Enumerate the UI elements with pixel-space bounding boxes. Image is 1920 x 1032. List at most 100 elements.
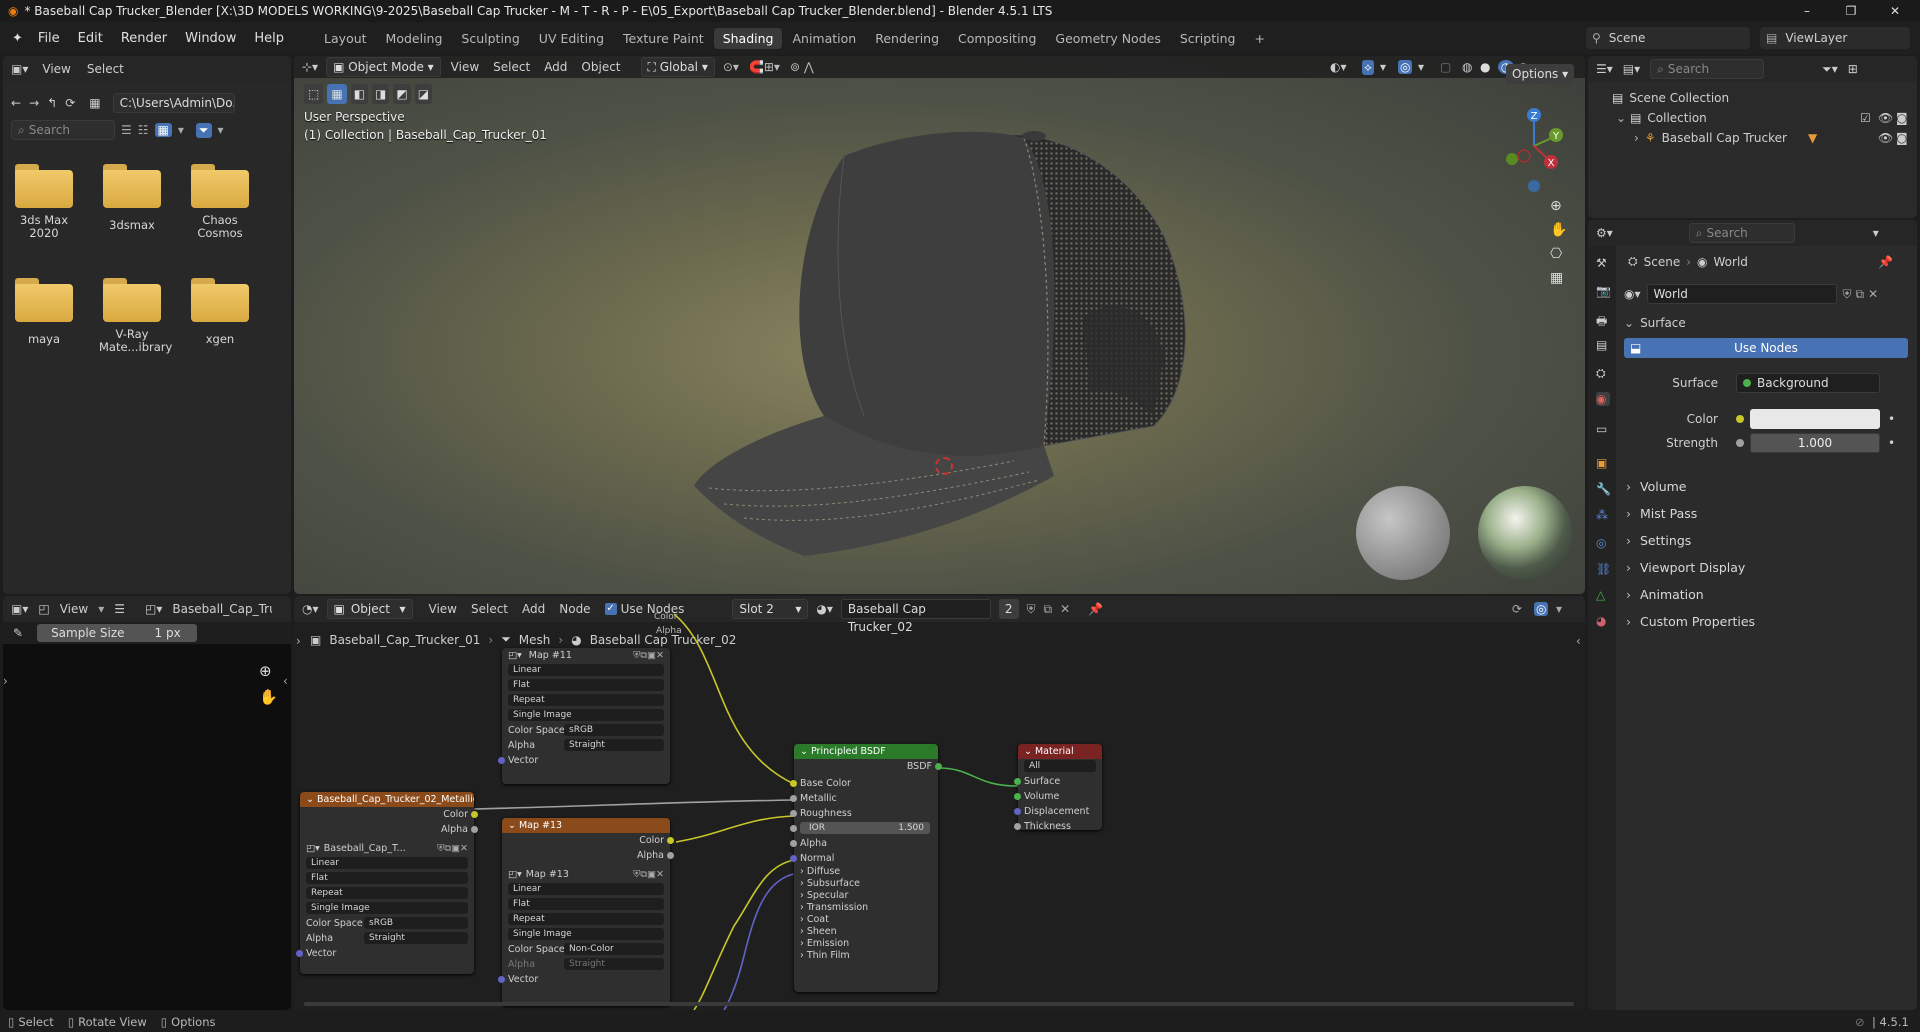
- node-material-output[interactable]: ⌄ Material Output All Surface Volume Dis…: [1014, 744, 1102, 832]
- options-dropdown[interactable]: Options ▾: [1506, 64, 1575, 84]
- tab-sculpting[interactable]: Sculpting: [452, 28, 528, 49]
- view-layer-selector[interactable]: ▤ ViewLayer: [1760, 27, 1910, 49]
- mode-dropdown[interactable]: ▣ Object Mode ▾: [326, 57, 441, 77]
- baseball-cap-model[interactable]: [634, 116, 1214, 556]
- sidebar-expand-icon[interactable]: ‹: [283, 674, 288, 688]
- maximize-button[interactable]: ❐: [1828, 0, 1874, 22]
- image-view-icon[interactable]: ◰: [38, 602, 49, 616]
- node-header[interactable]: ⌄ Material Output: [1018, 744, 1102, 772]
- menu-view[interactable]: View: [60, 602, 88, 616]
- surface-shader-field[interactable]: Background: [1736, 373, 1880, 393]
- output-tab-icon[interactable]: 🖶: [1596, 312, 1610, 328]
- folder-3dsmax[interactable]: 3dsmax: [99, 164, 165, 232]
- outliner-row-object[interactable]: › ⚘ Baseball Cap Trucker ▼ 👁 ◙: [1588, 128, 1917, 148]
- node-header[interactable]: ⌄ Baseball_Cap_Trucker_02_Metallic.p...: [300, 792, 474, 807]
- keyframe-dot-icon[interactable]: •: [1888, 436, 1895, 450]
- ior-field[interactable]: IOR 1.500: [800, 822, 930, 834]
- vector-socket[interactable]: [498, 757, 505, 764]
- thumbnail-view-icon[interactable]: ▦: [154, 123, 172, 137]
- toolbar-expand-icon[interactable]: ›: [296, 634, 301, 648]
- source-dropdown[interactable]: Single Image: [508, 928, 664, 940]
- overlay-dropdown-icon[interactable]: ▾: [1418, 60, 1424, 74]
- tab-shading[interactable]: Shading: [713, 27, 783, 49]
- sidebar-expand-icon[interactable]: ‹: [1576, 634, 1581, 648]
- node-metallic-texture[interactable]: ⌄ Baseball_Cap_Trucker_02_Metallic.p... …: [296, 792, 478, 974]
- tab-geometry-nodes[interactable]: Geometry Nodes: [1046, 28, 1169, 49]
- volume-socket[interactable]: [1014, 793, 1021, 800]
- menu-edit[interactable]: Edit: [69, 31, 112, 46]
- modifier-tab-icon[interactable]: 🔧: [1596, 482, 1611, 496]
- surface-section-header[interactable]: ⌄ Surface: [1618, 312, 1914, 334]
- vector-socket[interactable]: [498, 976, 505, 983]
- search-field[interactable]: ⌕ Search: [11, 120, 115, 140]
- menu-help[interactable]: Help: [245, 31, 293, 46]
- zoom-icon[interactable]: ⊕: [259, 662, 272, 680]
- image-name[interactable]: Map #13: [526, 869, 569, 880]
- menu-view[interactable]: View: [42, 62, 70, 76]
- panel-diffuse[interactable]: › Diffuse: [794, 866, 938, 878]
- world-tab-icon[interactable]: ◉: [1596, 392, 1610, 406]
- toolbar-expand-icon[interactable]: ›: [3, 674, 8, 688]
- interpolation-dropdown[interactable]: Linear: [508, 664, 664, 676]
- list-view-icon[interactable]: ☰: [121, 123, 132, 137]
- snap-icon[interactable]: 🧲⊞▾: [749, 60, 780, 74]
- alpha-output-socket[interactable]: [471, 826, 478, 833]
- bsdf-output-socket[interactable]: [935, 763, 942, 770]
- node-map-11[interactable]: ◰▾ Map #11 ⛨⧉▣✕ Linear Flat Repeat Singl…: [498, 648, 670, 784]
- section-settings[interactable]: › Settings: [1618, 530, 1888, 552]
- pan-hand-icon[interactable]: ✋: [1550, 222, 1567, 238]
- panel-emission[interactable]: › Emission: [794, 938, 938, 950]
- target-dropdown[interactable]: All: [1024, 760, 1096, 772]
- folder-vray-material-library[interactable]: V-Ray Mate...ibrary: [99, 278, 172, 354]
- view-layer-tab-icon[interactable]: ▤: [1596, 338, 1610, 352]
- interpolation-dropdown[interactable]: Linear: [508, 883, 664, 895]
- duplicate-icon[interactable]: ⧉: [1856, 287, 1865, 302]
- forward-icon[interactable]: →: [29, 96, 39, 110]
- pan-hand-icon[interactable]: ✋: [259, 688, 278, 706]
- color-space-dropdown[interactable]: sRGB: [364, 917, 468, 929]
- metallic-socket[interactable]: [790, 795, 797, 802]
- minimize-button[interactable]: –: [1784, 0, 1830, 22]
- folder-chaos-cosmos[interactable]: Chaos Cosmos: [187, 164, 253, 240]
- filter-dropdown-icon[interactable]: ▾: [218, 123, 224, 137]
- roughness-socket[interactable]: [790, 810, 797, 817]
- zoom-icon[interactable]: ⊕: [1550, 198, 1567, 214]
- display-mode-icon[interactable]: ▤▾: [1623, 62, 1640, 76]
- section-custom-properties[interactable]: › Custom Properties: [1618, 611, 1888, 633]
- color-space-dropdown[interactable]: sRGB: [564, 724, 664, 736]
- scene-tab-icon[interactable]: ⛭: [1596, 366, 1610, 380]
- panel-transmission[interactable]: › Transmission: [794, 902, 938, 914]
- tab-scripting[interactable]: Scripting: [1171, 28, 1245, 49]
- strength-field[interactable]: 1.000: [1750, 433, 1880, 453]
- panel-coat[interactable]: › Coat: [794, 914, 938, 926]
- data-tab-icon[interactable]: △: [1596, 588, 1610, 602]
- panel-specular[interactable]: › Specular: [794, 890, 938, 902]
- tab-rendering[interactable]: Rendering: [866, 28, 948, 49]
- scene-selector[interactable]: ⚲ Scene: [1586, 27, 1750, 49]
- visibility-eye-icon[interactable]: 👁: [1878, 131, 1893, 145]
- menu-file[interactable]: File: [29, 31, 69, 46]
- ior-socket[interactable]: [790, 825, 797, 832]
- alpha-mode-dropdown[interactable]: Straight: [564, 958, 664, 970]
- material-tab-icon[interactable]: ◕: [1596, 614, 1610, 628]
- menu-select[interactable]: Select: [87, 62, 124, 76]
- sample-size-field[interactable]: Sample Size 1 px: [37, 624, 198, 642]
- alpha-mode-dropdown[interactable]: Straight: [564, 739, 664, 751]
- editor-type-icon[interactable]: ⚙▾: [1596, 226, 1613, 240]
- detail-view-icon[interactable]: ☷: [138, 123, 149, 137]
- tab-uv-editing[interactable]: UV Editing: [530, 28, 613, 49]
- fake-user-icon[interactable]: ⛨: [1843, 287, 1852, 302]
- color-space-dropdown[interactable]: Non-Color: [564, 943, 664, 955]
- collection-tab-icon[interactable]: ▭: [1596, 422, 1610, 436]
- normal-socket[interactable]: [790, 855, 797, 862]
- menu-object[interactable]: Object: [581, 60, 620, 74]
- color-output-socket[interactable]: [667, 837, 674, 844]
- surface-socket[interactable]: [1014, 778, 1021, 785]
- projection-dropdown[interactable]: Flat: [306, 872, 468, 884]
- pivot-icon[interactable]: ⊙▾: [723, 60, 739, 74]
- folder-maya[interactable]: maya: [11, 278, 77, 346]
- physics-tab-icon[interactable]: ◎: [1596, 536, 1610, 550]
- tab-layout[interactable]: Layout: [315, 28, 376, 49]
- outliner-row-scene-collection[interactable]: ▤ Scene Collection: [1588, 88, 1917, 108]
- menu-select[interactable]: Select: [493, 60, 530, 74]
